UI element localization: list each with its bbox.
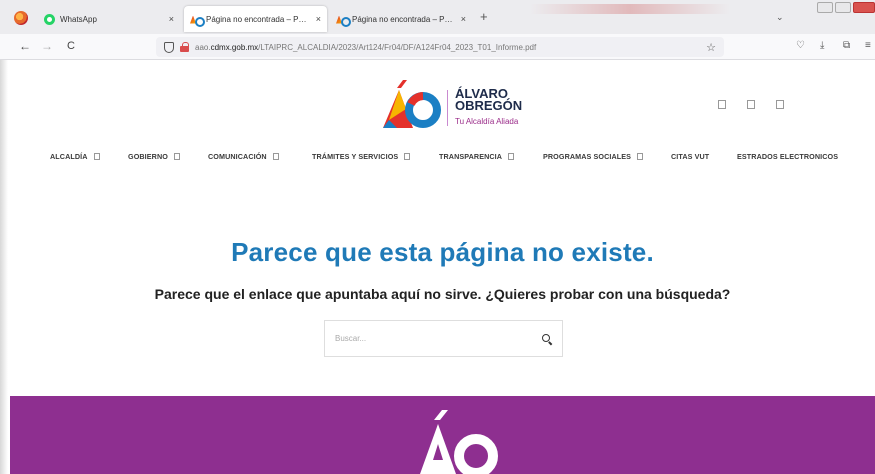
dropdown-icon xyxy=(93,153,100,160)
tab-title: Página no encontrada – Página xyxy=(206,14,310,24)
dropdown-icon xyxy=(272,153,279,160)
dropdown-icon xyxy=(173,153,180,160)
menu-label: COMUNICACIÓN xyxy=(208,152,267,161)
list-all-tabs-button[interactable]: ⌄ xyxy=(776,12,784,23)
close-window-button[interactable] xyxy=(853,2,875,13)
search-input[interactable] xyxy=(335,334,542,343)
menu-label: CITAS VUT xyxy=(671,152,710,161)
downloads-icon[interactable]: ⤓ xyxy=(820,40,824,51)
window-controls xyxy=(817,2,875,13)
tab-title: Página no encontrada – Página xyxy=(352,14,455,24)
url-prefix: aao. xyxy=(195,42,211,52)
dropdown-icon xyxy=(508,153,515,160)
social-link-icon[interactable] xyxy=(776,100,784,109)
whatsapp-icon xyxy=(44,13,55,25)
new-tab-button[interactable]: + xyxy=(480,10,488,23)
logo-wordmark: ÁLVARO OBREGÓN xyxy=(455,87,523,113)
close-tab-icon[interactable]: × xyxy=(461,14,466,24)
menu-item-tramites[interactable]: TRÁMITES Y SERVICIOS xyxy=(312,152,411,161)
menu-item-transparencia[interactable]: TRANSPARENCIA xyxy=(439,152,515,161)
search-box xyxy=(324,320,563,357)
menu-label: TRANSPARENCIA xyxy=(439,152,503,161)
dropdown-icon xyxy=(637,153,644,160)
tab-whatsapp[interactable]: WhatsApp × xyxy=(38,6,180,32)
menu-item-alcaldia[interactable]: ALCALDÍA xyxy=(50,152,100,161)
logo-divider xyxy=(447,90,448,126)
alvaro-obregon-logo-icon[interactable] xyxy=(377,80,441,130)
reload-button[interactable]: C xyxy=(64,39,78,53)
minimize-button[interactable] xyxy=(817,2,833,13)
menu-label: ALCALDÍA xyxy=(50,152,88,161)
tab-pagina-no-encontrada-active[interactable]: Página no encontrada – Página × xyxy=(184,6,327,32)
error-message: Parece que el enlace que apuntaba aquí n… xyxy=(154,286,731,302)
menu-item-estrados-electronicos[interactable]: ESTRADOS ELECTRONICOS xyxy=(737,152,838,161)
main-menu: ALCALDÍA GOBIERNO COMUNICACIÓN TRÁMITES … xyxy=(0,152,875,166)
insecure-lock-icon[interactable] xyxy=(180,42,189,52)
forward-button[interactable]: → xyxy=(40,39,54,53)
app-menu-icon[interactable]: ≡ xyxy=(865,40,871,51)
back-button[interactable]: ← xyxy=(18,39,32,53)
menu-label: TRÁMITES Y SERVICIOS xyxy=(312,152,399,161)
menu-item-citas-vut[interactable]: CITAS VUT xyxy=(671,152,709,161)
close-tab-icon[interactable]: × xyxy=(316,14,321,24)
url-domain: cdmx.gob.mx xyxy=(210,42,259,52)
menu-label: PROGRAMAS SOCIALES xyxy=(543,152,632,161)
alcaldia-favicon-icon xyxy=(336,14,351,27)
tracking-protection-icon[interactable] xyxy=(164,41,174,53)
browser-tab-bar: WhatsApp × Página no encontrada – Página… xyxy=(0,0,875,34)
footer-logo-icon[interactable] xyxy=(412,410,502,474)
social-link-icon[interactable] xyxy=(718,100,726,109)
bookmark-star-icon[interactable]: ☆ xyxy=(706,41,716,54)
social-link-icon[interactable] xyxy=(747,100,755,109)
menu-label: GOBIERNO xyxy=(128,152,168,161)
pocket-icon[interactable]: ♡ xyxy=(796,40,805,51)
url-text[interactable]: aao.cdmx.gob.mx/LTAIPRC_ALCALDIA/2023/Ar… xyxy=(195,43,536,52)
menu-item-comunicacion[interactable]: COMUNICACIÓN xyxy=(208,152,279,161)
tab-bar-background xyxy=(530,4,730,14)
search-icon[interactable] xyxy=(542,333,552,344)
maximize-button[interactable] xyxy=(835,2,851,13)
firefox-icon[interactable] xyxy=(14,11,28,25)
browser-nav-bar: ← → C aao.cdmx.gob.mx/LTAIPRC_ALCALDIA/2… xyxy=(0,34,875,60)
page-title: Parece que esta página no existe. xyxy=(231,237,654,267)
logo-line-2: OBREGÓN xyxy=(455,98,523,113)
url-path: /LTAIPRC_ALCALDIA/2023/Art124/Fr04/DF/A1… xyxy=(258,42,537,52)
close-tab-icon[interactable]: × xyxy=(169,14,174,24)
tab-pagina-no-encontrada[interactable]: Página no encontrada – Página × xyxy=(330,6,472,32)
address-bar[interactable]: aao.cdmx.gob.mx/LTAIPRC_ALCALDIA/2023/Ar… xyxy=(156,37,724,57)
alcaldia-favicon-icon xyxy=(190,14,205,27)
menu-item-programas-sociales[interactable]: PROGRAMAS SOCIALES xyxy=(543,152,644,161)
menu-item-gobierno[interactable]: GOBIERNO xyxy=(128,152,180,161)
tab-title: WhatsApp xyxy=(60,14,97,24)
menu-label: ESTRADOS ELECTRONICOS xyxy=(737,152,839,161)
extensions-icon[interactable]: ⧉ xyxy=(843,40,850,51)
dropdown-icon xyxy=(404,153,411,160)
logo-tagline: Tu Alcaldía Aliada xyxy=(455,117,519,126)
